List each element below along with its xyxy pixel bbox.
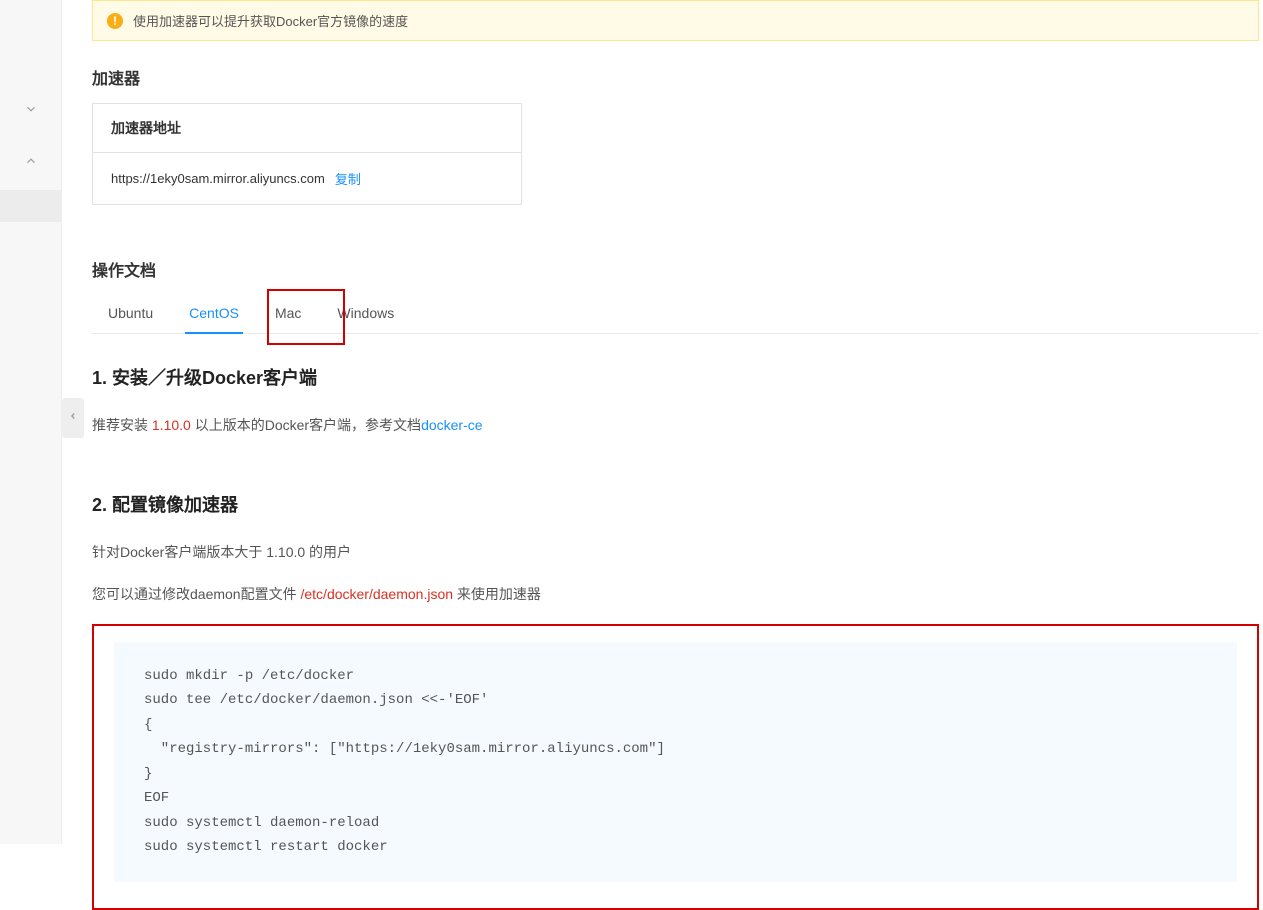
chevron-down-icon[interactable] [0, 102, 61, 121]
step2-line1: 针对Docker客户端版本大于 1.10.0 的用户 [92, 539, 1259, 566]
docker-ce-link[interactable]: docker-ce [421, 417, 482, 433]
tab-windows[interactable]: Windows [333, 295, 398, 333]
copy-button[interactable]: 复制 [335, 169, 361, 188]
sidebar-active-item[interactable] [0, 190, 61, 222]
warning-icon: ! [107, 13, 123, 29]
step1-heading: 1. 安装／升级Docker客户端 [92, 364, 1259, 390]
info-alert: ! 使用加速器可以提升获取Docker官方镜像的速度 [92, 0, 1259, 41]
step2-heading: 2. 配置镜像加速器 [92, 491, 1259, 517]
accelerator-section-title: 加速器 [92, 65, 1259, 89]
chevron-up-icon[interactable] [0, 154, 61, 173]
step2-line2: 您可以通过修改daemon配置文件 /etc/docker/daemon.jso… [92, 581, 1259, 608]
sidebar [0, 0, 62, 844]
step2-line2-suffix: 来使用加速器 [453, 586, 541, 602]
accelerator-address-label: 加速器地址 [93, 104, 521, 153]
tab-centos[interactable]: CentOS [185, 295, 243, 333]
step1-version: 1.10.0 [152, 417, 191, 433]
accelerator-url: https://1eky0sam.mirror.aliyuncs.com [111, 171, 325, 186]
step1-desc: 推荐安装 1.10.0 以上版本的Docker客户端，参考文档docker-ce [92, 412, 1259, 439]
tab-ubuntu[interactable]: Ubuntu [104, 295, 157, 333]
tab-mac[interactable]: Mac [271, 295, 305, 333]
highlight-frame-code: sudo mkdir -p /etc/docker sudo tee /etc/… [92, 624, 1259, 910]
step1-desc-mid: 以上版本的Docker客户端，参考文档 [191, 417, 421, 433]
docs-section-title: 操作文档 [92, 257, 1259, 281]
os-tabs: Ubuntu CentOS Mac Windows [92, 295, 1259, 334]
collapse-sidebar-button[interactable] [62, 398, 84, 438]
alert-message: 使用加速器可以提升获取Docker官方镜像的速度 [133, 11, 408, 30]
accelerator-address-card: 加速器地址 https://1eky0sam.mirror.aliyuncs.c… [92, 103, 522, 205]
step1-desc-prefix: 推荐安装 [92, 417, 152, 433]
config-file-path: /etc/docker/daemon.json [300, 586, 453, 602]
code-block[interactable]: sudo mkdir -p /etc/docker sudo tee /etc/… [114, 642, 1237, 882]
step2-line2-prefix: 您可以通过修改daemon配置文件 [92, 586, 300, 602]
